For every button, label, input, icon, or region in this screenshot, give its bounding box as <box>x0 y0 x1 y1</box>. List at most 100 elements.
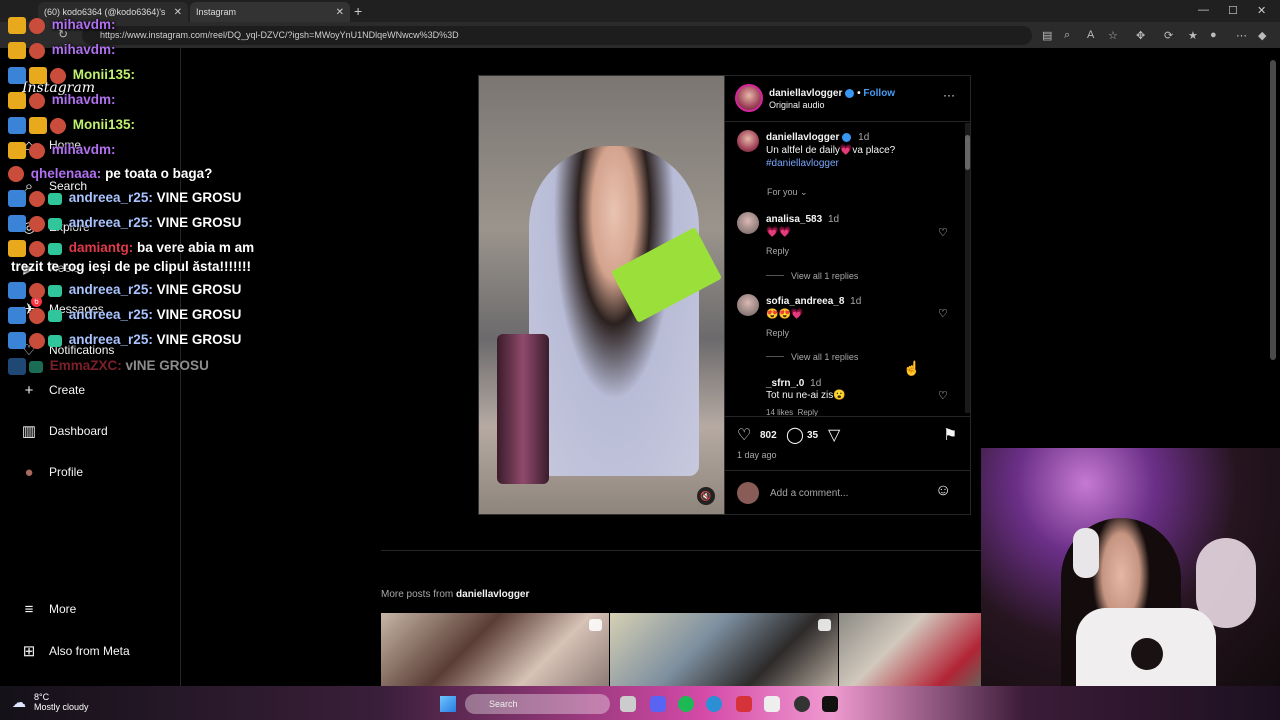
like-comment-icon[interactable]: ♡ <box>938 307 948 320</box>
menu-dots-icon[interactable]: ⋯ <box>1236 29 1247 42</box>
comment-icon[interactable]: ◯ <box>786 425 804 445</box>
comment-username[interactable]: sofia_andreea_8 1d <box>766 296 861 307</box>
chat-message: andreea_r25: VINE GROSU <box>8 307 241 324</box>
likes-count[interactable]: 802 <box>760 430 777 441</box>
comment-likes[interactable]: 14 likes Reply <box>766 408 818 416</box>
verified-icon <box>842 132 852 142</box>
minimize-button[interactable]: — <box>1198 4 1209 16</box>
start-button[interactable] <box>440 696 456 712</box>
webcam-headset <box>1073 528 1099 578</box>
app-icon[interactable] <box>736 696 752 712</box>
obs-icon[interactable] <box>794 696 810 712</box>
stream-chat-overlay: mihavdm: mihavdm: Monii135: mihavdm: Mon… <box>8 0 298 385</box>
chat-message: mihavdm: <box>8 142 116 159</box>
reply-button[interactable]: Reply <box>766 328 789 338</box>
caption-text: Un altfel de daily💗va place? <box>766 145 896 156</box>
meta-icon: ⊞ <box>22 643 36 660</box>
read-aloud-icon[interactable]: A <box>1087 29 1094 41</box>
cloud-icon: ☁ <box>12 694 26 710</box>
user-avatar <box>737 482 759 504</box>
author-username[interactable]: daniellavlogger • Follow <box>769 88 895 99</box>
app-icon[interactable] <box>764 696 780 712</box>
post-thumbnail[interactable] <box>839 613 981 686</box>
more-posts-author[interactable]: daniellavlogger <box>456 589 529 600</box>
divider <box>725 121 971 122</box>
chat-message: damiantg: ba vere abia m am <box>8 240 254 257</box>
video-subject <box>529 146 699 476</box>
caption-hashtag[interactable]: #daniellavlogger <box>766 158 839 169</box>
sidebar-item-label: Create <box>49 383 86 397</box>
author-avatar[interactable] <box>735 84 763 112</box>
extensions-icon[interactable]: ✥ <box>1136 29 1145 42</box>
chat-message: Monii135: <box>8 67 135 84</box>
share-icon[interactable]: ▽ <box>828 425 840 445</box>
comment-text: 💗💗 <box>766 227 791 238</box>
chat-message: andreea_r25: VINE GROSU <box>8 332 241 349</box>
zoom-icon[interactable]: ⌕ <box>1064 29 1070 42</box>
sidebar-item-also-from-meta[interactable]: ⊞ Also from Meta <box>20 642 130 660</box>
edge-icon[interactable] <box>706 696 722 712</box>
follow-button[interactable]: Follow <box>863 88 895 99</box>
sidebar-item-more[interactable]: ≡ More <box>20 600 77 618</box>
divider <box>766 275 784 276</box>
post-thumbnail[interactable] <box>381 613 609 686</box>
caption-username[interactable]: daniellavlogger 1d <box>766 132 869 143</box>
verified-icon <box>845 88 855 98</box>
like-comment-icon[interactable]: ♡ <box>938 226 948 239</box>
sidebar-item-label: Also from Meta <box>49 644 130 658</box>
mouse-cursor-icon: ☝ <box>903 360 921 376</box>
chevron-down-icon: ⌄ <box>800 187 808 197</box>
file-explorer-icon[interactable] <box>620 696 636 712</box>
view-replies-button[interactable]: View all 1 replies <box>791 271 858 281</box>
profile-icon[interactable]: ● <box>1210 29 1217 41</box>
close-window-button[interactable]: ✕ <box>1257 4 1266 17</box>
sidebar-item-label: Profile <box>49 465 84 479</box>
sidebar-item-label: Dashboard <box>49 424 108 438</box>
maximize-button[interactable]: ☐ <box>1228 4 1238 17</box>
favorites-icon[interactable]: ★ <box>1188 29 1198 42</box>
caption-avatar[interactable] <box>737 130 759 152</box>
comment-username[interactable]: analisa_583 1d <box>766 214 839 225</box>
mute-icon[interactable]: 🔇 <box>697 487 715 505</box>
sync-icon[interactable]: ⟳ <box>1164 29 1173 42</box>
like-comment-icon[interactable]: ♡ <box>938 389 948 402</box>
close-tab-icon[interactable]: ✕ <box>336 7 344 18</box>
emoji-icon[interactable]: ☺ <box>935 482 951 500</box>
copilot-icon[interactable]: ◆ <box>1258 29 1266 42</box>
add-comment-input[interactable]: Add a comment... <box>770 488 848 499</box>
divider <box>381 550 981 551</box>
chat-message: mihavdm: <box>8 92 116 109</box>
sidebar-item-label: More <box>49 602 77 616</box>
discord-icon[interactable] <box>650 696 666 712</box>
view-replies-button[interactable]: View all 1 replies <box>791 352 858 362</box>
webcam-overlay <box>981 448 1280 686</box>
more-posts-heading: More posts from daniellavlogger <box>381 589 530 600</box>
for-you-sort[interactable]: For you ⌄ <box>767 187 808 198</box>
taskbar-search[interactable]: Search <box>465 694 610 714</box>
comment-avatar[interactable] <box>737 212 759 234</box>
chat-message: andreea_r25: VINE GROSU <box>8 282 241 299</box>
reply-button[interactable]: Reply <box>766 246 789 256</box>
bookmark-icon[interactable]: ⚑ <box>943 425 957 445</box>
reel-video[interactable]: 🔇 <box>478 75 725 515</box>
menu-icon: ≡ <box>24 600 34 618</box>
comment-avatar[interactable] <box>737 294 759 316</box>
audio-label[interactable]: Original audio <box>769 100 825 110</box>
more-options-icon[interactable]: ··· <box>943 88 955 102</box>
spotify-icon[interactable] <box>678 696 694 712</box>
new-tab-button[interactable]: + <box>354 3 362 19</box>
chat-message-continued: trezit te rog ieși de pe clipul ăsta!!!!… <box>11 259 252 274</box>
tiktok-icon[interactable] <box>822 696 838 712</box>
reader-icon[interactable]: ▤ <box>1042 29 1052 42</box>
like-icon[interactable]: ♡ <box>737 425 751 445</box>
sidebar-item-dashboard[interactable]: ▥ Dashboard <box>20 422 108 440</box>
chat-message: andreea_r25: VINE GROSU <box>8 215 241 232</box>
post-thumbnail[interactable] <box>610 613 838 686</box>
comments-scrollbar-thumb[interactable] <box>965 135 970 170</box>
favorite-star-icon[interactable]: ☆ <box>1108 29 1118 42</box>
sidebar-item-profile[interactable]: ● Profile <box>20 463 83 481</box>
comment-username[interactable]: _sfrn_.0 1d <box>766 378 821 389</box>
post-timestamp: 1 day ago <box>737 450 777 460</box>
chat-message: andreea_r25: VINE GROSU <box>8 190 241 207</box>
page-scrollbar-thumb[interactable] <box>1270 60 1276 360</box>
